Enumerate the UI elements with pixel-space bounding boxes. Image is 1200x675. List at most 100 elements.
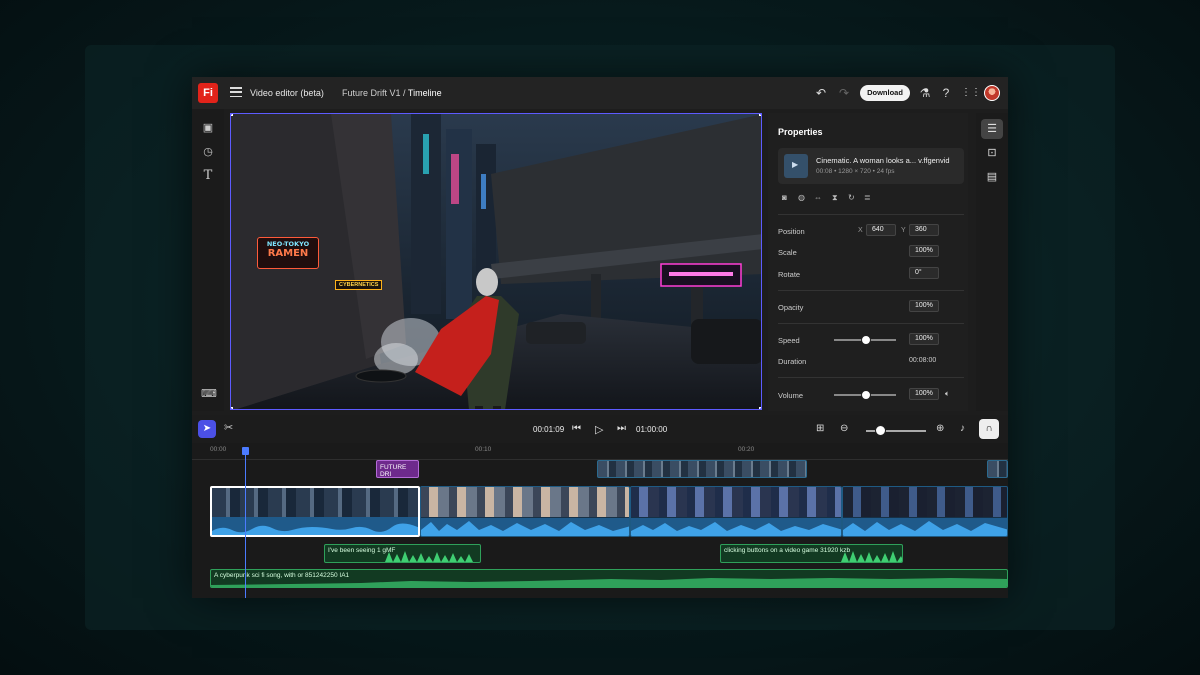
select-tool-pointer-icon[interactable]: ➤	[198, 420, 216, 438]
media-library-icon[interactable]: ▣	[201, 121, 215, 135]
mask-icon[interactable]: ◍	[798, 193, 808, 202]
zoom-slider-knob[interactable]	[875, 425, 886, 436]
speed-slider-knob[interactable]	[861, 335, 871, 345]
divider	[778, 290, 964, 291]
audio-waveform	[385, 551, 473, 562]
video-clip[interactable]	[420, 486, 630, 537]
snapshot-icon[interactable]: ◙	[782, 193, 792, 202]
app-title: Video editor (beta)	[250, 88, 324, 98]
video-preview-canvas[interactable]: NEO-TOKYO RAMEN CYBERNETICS	[230, 113, 762, 410]
selected-clip-card[interactable]: Cinematic. A woman looks a... v.ffgenvid…	[778, 148, 964, 184]
time-ruler[interactable]: 00:00 00:10 00:20	[192, 443, 1008, 460]
duration-value: 00:08:00	[909, 357, 937, 364]
resize-handle-top-left[interactable]	[231, 114, 233, 116]
breadcrumb: Future Drift V1 / Timeline	[342, 88, 442, 98]
position-y-field[interactable]: 360	[909, 224, 939, 236]
keyboard-shortcuts-icon[interactable]: ⌨	[201, 387, 217, 401]
current-view-label: Timeline	[407, 88, 442, 98]
volume-label: Volume	[778, 391, 804, 400]
history-icon[interactable]: ◷	[201, 145, 215, 159]
playhead-handle[interactable]	[242, 447, 249, 455]
skip-back-icon[interactable]: ⏮︎	[572, 423, 581, 434]
avatar[interactable]	[984, 85, 1000, 101]
download-button[interactable]: Download	[860, 85, 910, 101]
title-clip[interactable]: FUTURE DRI	[376, 460, 419, 478]
music-clip[interactable]: A cyberpunk sci fi song, with or 8512422…	[210, 569, 1008, 588]
neon-sign-cybernetics: CYBERNETICS	[335, 280, 383, 290]
clip-waveform	[631, 518, 841, 536]
text-tool-icon[interactable]: T	[201, 169, 215, 183]
playhead[interactable]	[245, 451, 246, 598]
audio-clip[interactable]: I've been seeing 1 gMF	[324, 544, 481, 563]
resize-handle-bottom-right[interactable]	[759, 407, 761, 409]
current-timecode: 00:01:09	[533, 425, 565, 434]
project-name-link[interactable]: Future Drift V1	[342, 88, 401, 98]
speed-field[interactable]: 100%	[909, 333, 939, 345]
split-scissors-icon[interactable]: ✂	[224, 421, 233, 434]
clip-waveform	[212, 517, 418, 535]
clip-meta: 00:08 • 1280 × 720 • 24 fps	[816, 168, 895, 175]
audio-waveform	[841, 551, 902, 562]
skip-forward-icon[interactable]: ⏭︎	[617, 423, 626, 434]
scale-field[interactable]: 100%	[909, 245, 939, 257]
volume-field[interactable]: 100%	[909, 388, 939, 400]
speaker-icon[interactable]: 🔈︎	[945, 389, 950, 399]
ramen-sign-line1: NEO-TOKYO	[266, 240, 310, 248]
speed-label: Speed	[778, 336, 800, 345]
clip-waveform	[843, 518, 1007, 536]
play-icon[interactable]: ▷	[595, 423, 603, 436]
audio-clip[interactable]: clicking buttons on a video game 31920 k…	[720, 544, 903, 563]
video-clip[interactable]	[842, 486, 1008, 537]
app-logo: Fi	[198, 83, 218, 103]
divider	[778, 323, 964, 324]
properties-panel: Properties Cinematic. A woman looks a...…	[768, 113, 968, 411]
ruler-tick: 00:00	[210, 446, 227, 453]
snapping-magnet-icon[interactable]: ∩	[979, 419, 999, 439]
ruler-tick: 00:20	[738, 446, 755, 453]
resize-handle-bottom-left[interactable]	[231, 407, 233, 409]
top-bar: Fi Video editor (beta) Future Drift V1 /…	[192, 77, 1008, 109]
divider	[778, 214, 964, 215]
volume-slider-knob[interactable]	[861, 390, 871, 400]
broll-clip[interactable]	[987, 460, 1008, 478]
divider	[778, 377, 964, 378]
zoom-out-icon[interactable]: ⊖	[840, 423, 848, 434]
generate-media-icon[interactable]: ⊡	[981, 143, 1003, 163]
lab-flask-icon[interactable]: ⚗	[918, 86, 932, 100]
fit-timeline-icon[interactable]: ⊞	[816, 423, 824, 434]
left-tool-rail: ▣ ◷ T ⌨	[192, 109, 224, 411]
undo-icon[interactable]: ↶	[814, 86, 828, 100]
audio-settings-icon[interactable]: ♪	[960, 423, 965, 434]
flip-icon[interactable]: ⇔	[814, 193, 824, 202]
apps-grid-icon[interactable]: ⋮⋮⋮	[961, 86, 991, 100]
redo-icon[interactable]: ↷	[837, 86, 851, 100]
video-clip[interactable]	[210, 486, 420, 537]
align-icon[interactable]: ≣	[864, 193, 874, 202]
resize-handle-top-right[interactable]	[759, 114, 761, 116]
adjustments-icon[interactable]: ☰	[981, 119, 1003, 139]
opacity-label: Opacity	[778, 303, 804, 312]
zoom-in-icon[interactable]: ⊕	[936, 423, 944, 434]
music-waveform	[211, 578, 1007, 587]
clip-name: Cinematic. A woman looks a... v.ffgenvid	[816, 156, 950, 165]
video-clip[interactable]	[630, 486, 842, 537]
transcript-icon[interactable]: ▤	[981, 167, 1003, 187]
scale-label: Scale	[778, 248, 797, 257]
position-x-field[interactable]: 640	[866, 224, 896, 236]
rotate-label: Rotate	[778, 270, 801, 279]
clip-filmstrip	[631, 487, 841, 517]
help-icon[interactable]: ?	[939, 86, 953, 100]
clip-filmstrip	[421, 487, 629, 517]
broll-clip[interactable]	[597, 460, 807, 478]
ramen-sign-line2: RAMEN	[267, 248, 309, 259]
breadcrumb-separator: /	[403, 88, 406, 98]
opacity-field[interactable]: 100%	[909, 300, 939, 312]
properties-heading: Properties	[778, 127, 823, 137]
ruler-tick: 00:10	[475, 446, 492, 453]
timer-icon[interactable]: ⧗	[832, 193, 842, 203]
rotate-icon[interactable]: ↻	[848, 193, 858, 202]
timeline[interactable]: 00:00 00:10 00:20 FUTURE DRI I've been s…	[192, 443, 1008, 598]
rotate-field[interactable]: 0°	[909, 267, 939, 279]
clip-filmstrip	[212, 488, 418, 518]
hamburger-menu-icon[interactable]	[230, 87, 242, 98]
